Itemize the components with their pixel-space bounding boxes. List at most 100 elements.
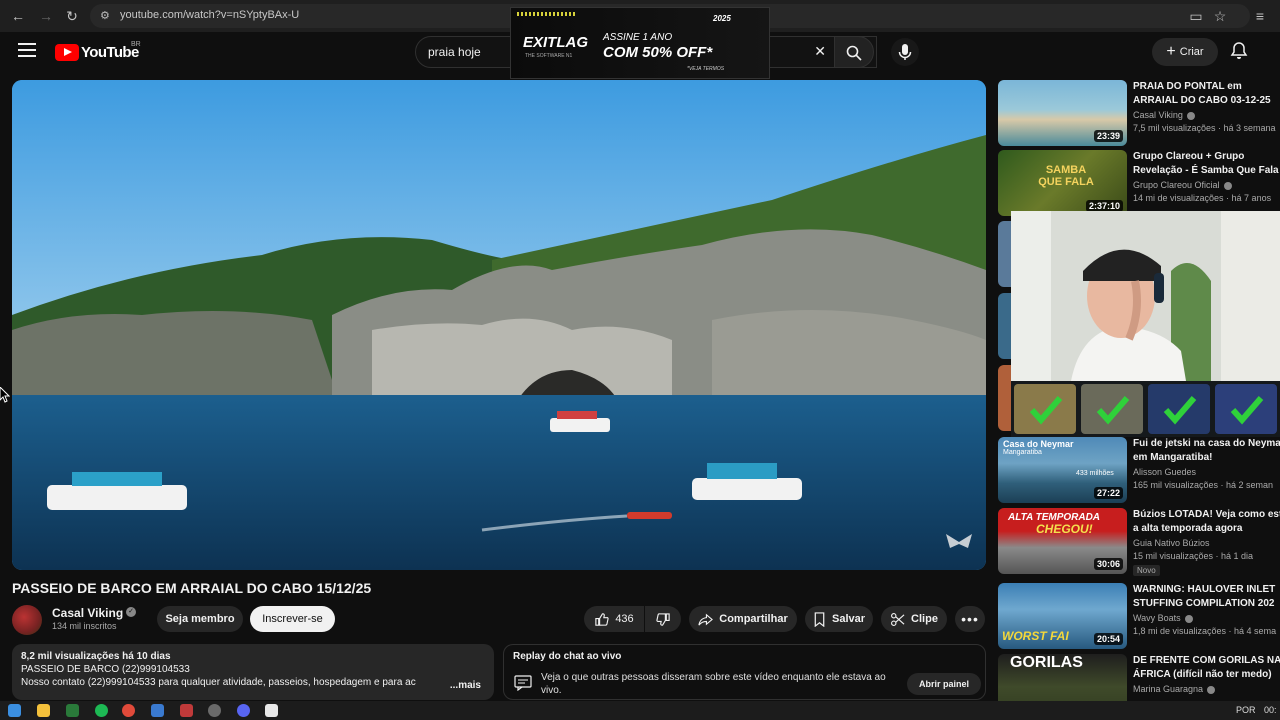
rec-channel-name: Wavy Boats xyxy=(1133,613,1181,623)
rec-title-line-2[interactable]: em Mangaratiba! xyxy=(1133,451,1280,465)
rec-title-line-2[interactable]: ÁFRICA (difícil não ter medo) xyxy=(1133,668,1280,682)
rec-title-line-1[interactable]: WARNING: HAULOVER INLET xyxy=(1133,583,1280,597)
rec-channel: Alisson Guedes xyxy=(1133,467,1197,477)
thumb-overlay-text-3: 433 milhões xyxy=(1076,470,1114,477)
rec-title-line-2[interactable]: ARRAIAL DO CABO 03-12-25 xyxy=(1133,94,1280,108)
show-more-link[interactable]: ...mais xyxy=(445,680,481,691)
share-button[interactable]: Compartilhar xyxy=(689,606,797,632)
rec-stats: 7,5 mil visualizações · há 3 semana xyxy=(1133,123,1276,133)
share-label: Compartilhar xyxy=(719,613,788,625)
open-chat-panel-button[interactable]: Abrir painel xyxy=(907,673,981,695)
recommendation-item[interactable]: SAMBA QUE FALA 2:37:10 Grupo Clareou + G… xyxy=(998,150,1280,218)
search-button[interactable] xyxy=(834,36,874,68)
browser-menu-icon[interactable]: ≡ xyxy=(1250,6,1270,26)
thumb-overlay-text-2: CHEGOU! xyxy=(1036,522,1093,536)
rec-title-line-1[interactable]: PRAIA DO PONTAL em xyxy=(1133,80,1280,94)
forward-icon[interactable]: → xyxy=(36,6,56,26)
verified-icon: ✓ xyxy=(126,607,136,617)
join-button[interactable]: Seja membro xyxy=(157,606,243,632)
like-count: 436 xyxy=(615,613,634,625)
file-explorer-icon[interactable] xyxy=(37,704,50,717)
clear-search-icon[interactable]: ✕ xyxy=(814,43,826,60)
discord-icon[interactable] xyxy=(237,704,250,717)
rec-title-line-2[interactable]: Revelação - É Samba Que Fala xyxy=(1133,164,1280,178)
webcam-image xyxy=(1011,211,1280,381)
ad-offer: COM 50% OFF* xyxy=(603,44,713,61)
video-thumbnail[interactable]: WORST FAI 20:54 xyxy=(998,583,1127,649)
rec-title-line-1[interactable]: Fui de jetski na casa do Neyma xyxy=(1133,437,1280,451)
rec-title-line-2[interactable]: a alta temporada agora xyxy=(1133,522,1280,536)
video-thumbnail[interactable] xyxy=(998,365,1012,431)
description-line-2: Nosso contato (22)999104533 para qualque… xyxy=(21,677,416,688)
channel-watermark-icon[interactable] xyxy=(944,530,974,552)
verified-icon xyxy=(1186,111,1195,120)
reload-icon[interactable]: ↻ xyxy=(62,6,82,26)
channel-name[interactable]: Casal Viking xyxy=(52,606,123,620)
clip-button[interactable]: Clipe xyxy=(881,606,947,632)
rec-title-line-2[interactable]: STUFFING COMPILATION 202 xyxy=(1133,597,1280,611)
view-stats: 8,2 mil visualizações há 10 dias xyxy=(21,651,171,662)
verified-icon xyxy=(1184,614,1193,623)
video-player[interactable] xyxy=(12,80,986,570)
voice-search-button[interactable] xyxy=(891,38,919,66)
youtube-logo[interactable]: YouTube xyxy=(55,43,139,61)
app-icon[interactable] xyxy=(180,704,193,717)
menu-icon[interactable] xyxy=(18,43,36,57)
keyboard-language[interactable]: POR xyxy=(1236,705,1256,715)
more-actions-button[interactable]: ••• xyxy=(955,606,985,632)
exitlag-ad-banner[interactable]: 2025 EXITLAG THE SOFTWARE N1 ASSINE 1 AN… xyxy=(510,7,770,79)
chat-replay-title: Replay do chat ao vivo xyxy=(513,651,622,662)
rec-channel: Guia Nativo Búzios xyxy=(1133,538,1210,548)
system-clock[interactable]: 00: xyxy=(1264,705,1277,715)
create-label: Criar xyxy=(1179,46,1204,58)
cast-icon[interactable]: ▭ xyxy=(1186,6,1206,26)
rec-stats: 165 mil visualizações · há 2 seman xyxy=(1133,480,1274,490)
recommendation-item[interactable]: GORILAS DE FRENTE COM GORILAS NA ÁFRICA … xyxy=(998,654,1280,701)
bookmark-star-icon[interactable]: ☆ xyxy=(1210,6,1230,26)
app-icon[interactable] xyxy=(208,704,221,717)
rec-title-line-1[interactable]: Búzios LOTADA! Veja como est xyxy=(1133,508,1280,522)
description-box[interactable]: 8,2 mil visualizações há 10 dias PASSEIO… xyxy=(12,644,494,700)
subscribe-button[interactable]: Inscrever-se xyxy=(250,606,335,632)
video-thumbnail[interactable]: ALTA TEMPORADA CHEGOU! 30:06 xyxy=(998,508,1127,574)
notifications-bell-icon[interactable] xyxy=(1229,41,1249,61)
recommendation-item[interactable]: ALTA TEMPORADA CHEGOU! 30:06 Búzios LOTA… xyxy=(998,508,1280,576)
site-info-icon[interactable]: ⚙ xyxy=(100,9,110,22)
create-button[interactable]: + Criar xyxy=(1152,38,1218,66)
like-button[interactable]: 436 xyxy=(584,606,644,632)
video-thumbnail[interactable] xyxy=(998,221,1012,287)
video-thumbnail[interactable] xyxy=(998,293,1012,359)
chat-replay-description: Veja o que outras pessoas disseram sobre… xyxy=(541,672,886,696)
channel-avatar[interactable] xyxy=(12,605,42,635)
share-arrow-icon xyxy=(698,613,714,625)
recommendation-item[interactable]: 23:39 PRAIA DO PONTAL em ARRAIAL DO CABO… xyxy=(998,80,1280,148)
start-menu-icon[interactable] xyxy=(8,704,21,717)
rec-channel: Wavy Boats xyxy=(1133,613,1193,623)
thumb-overlay-text: Casa do Neymar xyxy=(1003,439,1074,449)
save-button[interactable]: Salvar xyxy=(805,606,873,632)
rec-title-line-1[interactable]: DE FRENTE COM GORILAS NA xyxy=(1133,654,1280,668)
video-thumbnail[interactable]: SAMBA QUE FALA 2:37:10 xyxy=(998,150,1127,216)
ad-headline: ASSINE 1 ANO xyxy=(603,32,673,43)
recommendation-item[interactable]: WORST FAI 20:54 WARNING: HAULOVER INLET … xyxy=(998,583,1280,651)
thumb-overlay-text: SAMBA QUE FALA xyxy=(1038,164,1094,188)
app-icon[interactable] xyxy=(265,704,278,717)
video-thumbnail[interactable]: GORILAS xyxy=(998,654,1127,701)
rec-title-line-1[interactable]: Grupo Clareou + Grupo xyxy=(1133,150,1280,164)
app-icon[interactable] xyxy=(151,704,164,717)
video-thumbnail[interactable]: 23:39 xyxy=(998,80,1127,146)
more-horizontal-icon: ••• xyxy=(961,611,979,627)
country-code: BR xyxy=(131,41,141,48)
ad-stripe xyxy=(517,12,575,16)
dislike-button[interactable] xyxy=(645,606,681,632)
recommendation-item[interactable]: Casa do Neymar Mangaratiba 433 milhões 2… xyxy=(998,437,1280,505)
chrome-icon[interactable] xyxy=(122,704,135,717)
rec-channel-name: Casal Viking xyxy=(1133,110,1183,120)
spotify-icon[interactable] xyxy=(95,704,108,717)
microphone-icon xyxy=(898,44,912,60)
back-icon[interactable]: ← xyxy=(8,6,28,26)
ad-brand-sub: THE SOFTWARE N1 xyxy=(525,53,573,59)
app-icon[interactable] xyxy=(66,704,79,717)
chat-bubble-icon xyxy=(514,675,532,691)
video-thumbnail[interactable]: Casa do Neymar Mangaratiba 433 milhões 2… xyxy=(998,437,1127,503)
